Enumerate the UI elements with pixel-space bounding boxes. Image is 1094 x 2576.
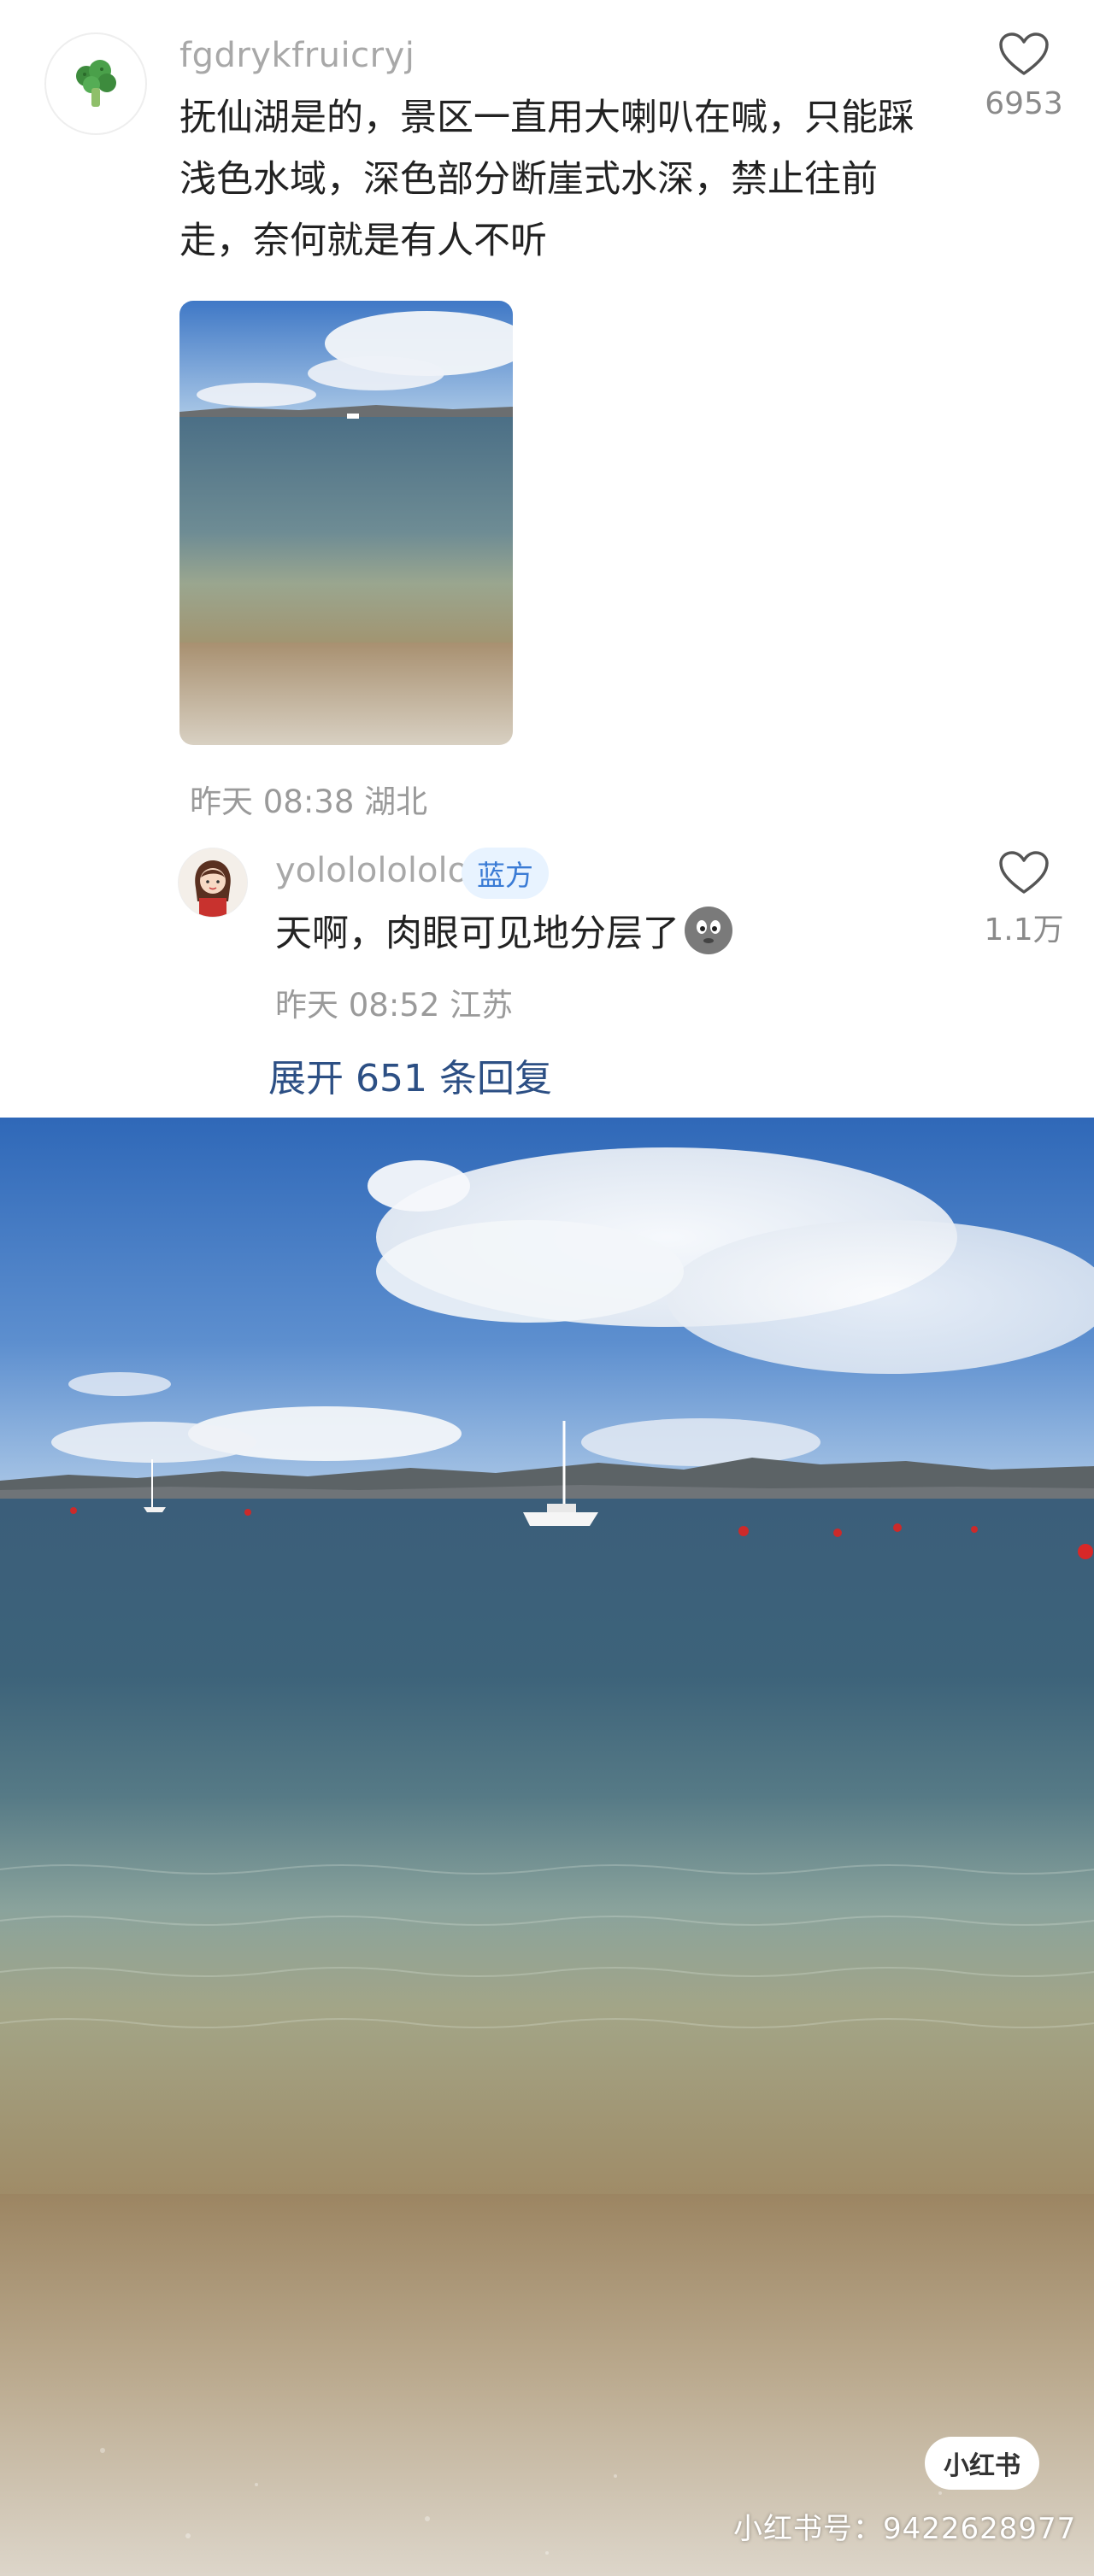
comment-like-count: 6953: [985, 86, 1063, 121]
comment-username[interactable]: fgdrykfruicryj: [179, 36, 415, 75]
team-badge: 蓝方: [462, 848, 549, 899]
watermark-text: 小红书号：9422628977: [733, 2512, 1077, 2546]
comment-text: 抚仙湖是的，景区一直用大喇叭在喊，只能踩浅色水域，深色部分断崖式水深，禁止往前走…: [179, 97, 915, 262]
heart-icon: [999, 851, 1049, 894]
reply-location: 江苏: [450, 987, 514, 1024]
reply-username[interactable]: yolololololo: [275, 851, 468, 890]
user-avatar[interactable]: [44, 32, 147, 135]
reply-text: 天啊，肉眼可见地分层了: [275, 912, 679, 955]
reply-text-row: 天啊，肉眼可见地分层了: [275, 904, 732, 957]
reply-meta: 昨天 08:52 江苏: [275, 979, 513, 1025]
heart-icon: [999, 32, 1049, 75]
reply-avatar[interactable]: [178, 848, 248, 918]
comment-location: 湖北: [364, 783, 428, 820]
lake-photo-thumbnail: [179, 301, 513, 745]
reply-time: 昨天 08:52: [275, 987, 440, 1024]
lake-photo[interactable]: [0, 1118, 1094, 2576]
comment-page: fgdrykfruicryj 抚仙湖是的，景区一直用大喇叭在喊，只能踩浅色水域，…: [0, 0, 1094, 2576]
reply-like-count: 1.1万: [984, 912, 1064, 948]
comment-like-button[interactable]: 6953: [981, 32, 1067, 121]
xiaohongshu-logo: 小红书: [925, 2437, 1039, 2490]
grey-face-emoji-icon: [685, 907, 732, 954]
expand-replies-link[interactable]: 展开 651 条回复: [268, 1047, 552, 1102]
reply-like-button[interactable]: 1.1万: [981, 851, 1067, 949]
broccoli-icon: [76, 60, 116, 107]
comment-time: 昨天 08:38: [190, 783, 355, 820]
comment-image-thumbnail[interactable]: [179, 301, 513, 745]
girl-avatar-icon: [179, 848, 247, 917]
lake-photo-image: [0, 1118, 1094, 2576]
comment-meta: 昨天 08:38 湖北: [190, 776, 427, 822]
